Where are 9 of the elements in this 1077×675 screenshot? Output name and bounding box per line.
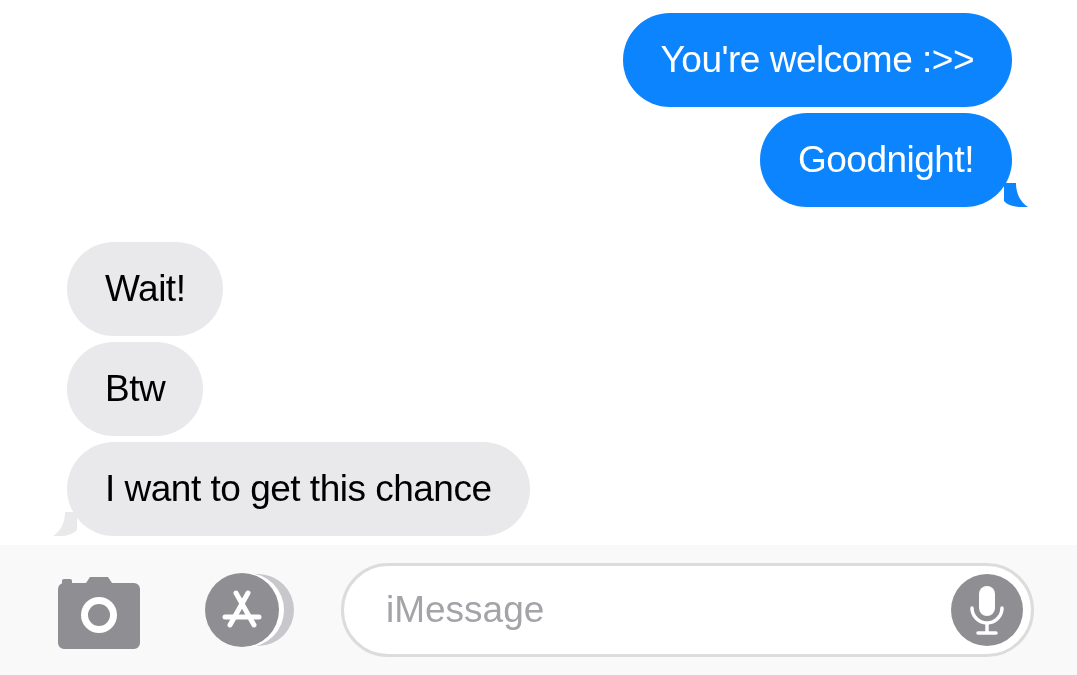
received-message-bubble: Wait! xyxy=(67,242,224,336)
message-field[interactable]: iMessage xyxy=(341,563,1034,657)
received-message-bubble: Btw xyxy=(67,342,204,436)
received-message-bubble: I want to get this chance xyxy=(67,442,530,536)
sent-message-bubble: Goodnight! xyxy=(759,113,1012,207)
camera-icon[interactable] xyxy=(58,577,140,649)
microphone-icon xyxy=(967,584,1007,636)
microphone-button[interactable] xyxy=(951,574,1023,646)
sent-message-bubble: You're welcome :>> xyxy=(622,13,1012,107)
